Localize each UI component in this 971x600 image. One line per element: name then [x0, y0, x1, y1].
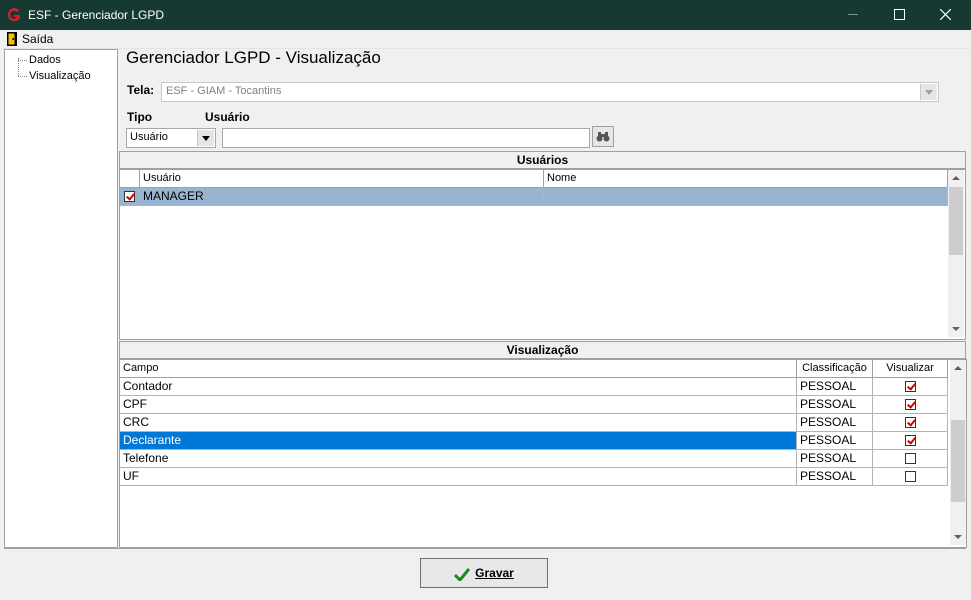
visualizar-checkbox[interactable] [905, 417, 916, 428]
search-user-button[interactable] [592, 126, 614, 147]
visualizacao-grid: Campo Classificação Visualizar Contador P… [119, 359, 967, 548]
close-icon [939, 8, 951, 21]
visualizacao-scrollbar[interactable] [950, 360, 966, 545]
page-title: Gerenciador LGPD - Visualização [126, 48, 381, 67]
classificacao-cell: PESSOAL [797, 468, 873, 485]
campo-cell: CRC [120, 414, 797, 431]
tree-connector [18, 76, 27, 77]
scroll-down-icon[interactable] [950, 529, 966, 545]
maximize-button[interactable] [876, 0, 922, 30]
tipo-select-value: Usuário [130, 131, 168, 143]
tree-item-dados[interactable]: Dados [29, 54, 61, 66]
save-button-label: Gravar [475, 566, 514, 580]
campo-cell: Declarante [120, 432, 797, 449]
table-row[interactable]: MANAGER [120, 188, 948, 206]
minimize-icon [848, 14, 858, 16]
binoculars-icon [596, 132, 610, 142]
visualizar-cell [873, 396, 948, 413]
visualizar-checkbox[interactable] [905, 453, 916, 464]
scroll-down-icon[interactable] [948, 321, 964, 337]
visualizar-checkbox[interactable] [905, 435, 916, 446]
app-logo-icon [7, 8, 20, 22]
maximize-icon [893, 9, 905, 21]
navigation-tree: Dados Visualização [4, 49, 118, 548]
header-cell [120, 170, 140, 187]
table-row[interactable]: CRC PESSOAL [120, 414, 948, 432]
usuario-cell: MANAGER [140, 188, 544, 205]
chevron-down-icon [197, 130, 214, 146]
campo-cell: Contador [120, 378, 797, 395]
menu-bar: Saída [1, 30, 970, 49]
usuarios-grid: Usuário Nome MANAGER [119, 169, 966, 340]
user-checkbox[interactable] [124, 191, 135, 202]
usuario-input[interactable] [222, 128, 590, 148]
campo-cell: Telefone [120, 450, 797, 467]
column-header-classificacao[interactable]: Classificação [797, 360, 873, 377]
usuarios-scrollbar[interactable] [948, 170, 964, 337]
tipo-label: Tipo [127, 110, 153, 124]
minimize-button[interactable] [830, 0, 876, 30]
table-row[interactable]: CPF PESSOAL [120, 396, 948, 414]
close-button[interactable] [922, 0, 968, 30]
usuarios-grid-header: Usuário Nome [120, 170, 948, 188]
visualizacao-section-title: Visualização [119, 341, 966, 359]
menu-item-saida[interactable]: Saída [3, 30, 53, 48]
visualizacao-grid-header: Campo Classificação Visualizar [120, 360, 948, 378]
classificacao-cell: PESSOAL [797, 450, 873, 467]
scroll-thumb[interactable] [949, 187, 963, 255]
visualizar-cell [873, 432, 948, 449]
usuarios-section-title: Usuários [119, 151, 966, 169]
scroll-up-icon[interactable] [950, 360, 966, 376]
title-bar: ESF - Gerenciador LGPD [0, 0, 971, 30]
visualizar-checkbox[interactable] [905, 399, 916, 410]
classificacao-cell: PESSOAL [797, 396, 873, 413]
row-check-cell [120, 188, 140, 205]
table-row[interactable]: Declarante PESSOAL [120, 432, 948, 450]
classificacao-cell: PESSOAL [797, 414, 873, 431]
table-row[interactable]: UF PESSOAL [120, 468, 948, 486]
table-row[interactable]: Telefone PESSOAL [120, 450, 948, 468]
table-row[interactable]: Contador PESSOAL [120, 378, 948, 396]
check-icon [454, 567, 471, 583]
chevron-down-icon [920, 84, 937, 100]
window-title: ESF - Gerenciador LGPD [28, 8, 165, 22]
visualizar-cell [873, 378, 948, 395]
campo-cell: UF [120, 468, 797, 485]
column-header-visualizar[interactable]: Visualizar [873, 360, 948, 377]
tela-select-value: ESF - GIAM - Tocantins [166, 85, 282, 97]
column-header-usuario[interactable]: Usuário [140, 170, 544, 187]
visualizar-checkbox[interactable] [905, 381, 916, 392]
classificacao-cell: PESSOAL [797, 378, 873, 395]
visualizar-cell [873, 414, 948, 431]
tela-label: Tela: [127, 83, 155, 97]
visualizar-checkbox[interactable] [905, 471, 916, 482]
usuario-label: Usuário [205, 110, 250, 124]
tree-item-visualizacao[interactable]: Visualização [29, 70, 91, 82]
tree-connector [18, 60, 27, 61]
campo-cell: CPF [120, 396, 797, 413]
classificacao-cell: PESSOAL [797, 432, 873, 449]
visualizar-cell [873, 450, 948, 467]
scroll-thumb[interactable] [951, 420, 965, 502]
menu-item-saida-label: Saída [22, 32, 54, 46]
tela-select[interactable]: ESF - GIAM - Tocantins [161, 82, 939, 102]
tipo-select[interactable]: Usuário [126, 128, 216, 148]
column-header-campo[interactable]: Campo [120, 360, 797, 377]
visualizar-cell [873, 468, 948, 485]
column-header-nome[interactable]: Nome [544, 170, 948, 187]
nome-cell [544, 188, 948, 205]
scroll-up-icon[interactable] [948, 170, 964, 186]
save-button[interactable]: Gravar [420, 558, 548, 588]
exit-door-icon [7, 32, 17, 46]
